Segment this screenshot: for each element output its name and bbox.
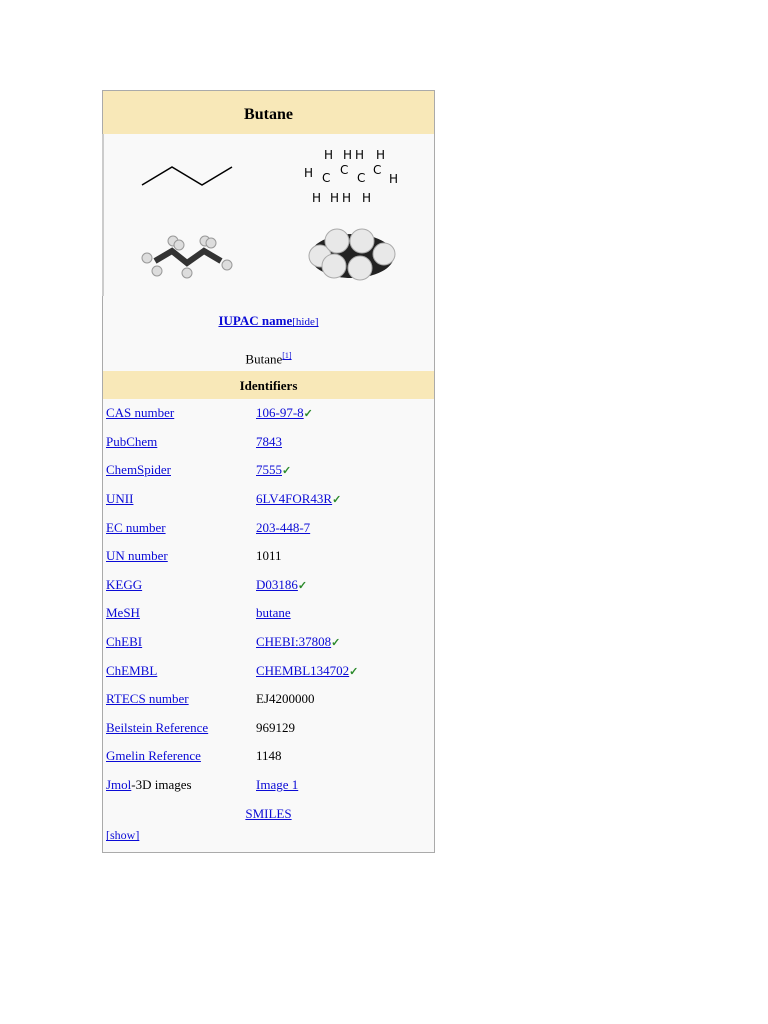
svg-text:C: C bbox=[322, 171, 330, 185]
identifier-key-link[interactable]: Gmelin Reference bbox=[106, 748, 201, 763]
chembox-infobox: Butane HHHH HCCCCH HHHH IUPAC name[hide]… bbox=[102, 90, 435, 853]
identifier-row: MeSH butane bbox=[103, 599, 434, 628]
identifier-value: 969129 bbox=[256, 719, 295, 735]
svg-text:H: H bbox=[362, 191, 371, 205]
identifier-row: Gmelin Reference 1148 bbox=[103, 742, 434, 771]
identifier-row: KEGG D03186✓ bbox=[103, 571, 434, 600]
ball-and-stick-model-image[interactable] bbox=[104, 215, 269, 296]
hide-toggle[interactable]: [hide] bbox=[292, 316, 318, 328]
identifier-key-link[interactable]: ChEBI bbox=[106, 634, 142, 649]
identifier-value: 1148 bbox=[256, 748, 282, 764]
identifier-key-link[interactable]: CAS number bbox=[106, 405, 174, 420]
svg-text:H: H bbox=[330, 191, 339, 205]
identifier-key-link[interactable]: UNII bbox=[106, 491, 133, 506]
show-toggle[interactable]: [show] bbox=[106, 828, 139, 842]
svg-text:C: C bbox=[357, 171, 365, 185]
space-filling-model-image[interactable] bbox=[269, 215, 434, 296]
identifier-row: UN number 1011 bbox=[103, 542, 434, 571]
identifier-row: ChemSpider 7555✓ bbox=[103, 456, 434, 485]
verified-check-icon: ✓ bbox=[331, 637, 341, 650]
iupac-name-value: Butane bbox=[245, 351, 283, 367]
identifier-value[interactable]: 203-448-7 bbox=[256, 520, 310, 535]
smiles-link[interactable]: SMILES bbox=[245, 806, 291, 821]
iupac-name-section: IUPAC name[hide] Butane[1] bbox=[103, 296, 434, 371]
identifier-value[interactable]: butane bbox=[256, 605, 291, 620]
identifier-key-link[interactable]: EC number bbox=[106, 520, 166, 535]
identifier-value: 1011 bbox=[256, 548, 282, 564]
verified-check-icon: ✓ bbox=[349, 665, 359, 678]
verified-check-icon: ✓ bbox=[297, 579, 308, 592]
reference-link[interactable]: [1] bbox=[282, 351, 291, 360]
identifier-row: PubChem 7843 bbox=[103, 428, 434, 457]
jmol-row: Jmol-3D images Image 1 bbox=[103, 771, 434, 800]
identifier-key-link[interactable]: RTECS number bbox=[106, 691, 189, 706]
structure-images-row-2 bbox=[102, 215, 434, 296]
svg-text:C: C bbox=[340, 163, 348, 177]
identifier-value[interactable]: 106-97-8 bbox=[256, 405, 304, 420]
identifier-key-link[interactable]: Beilstein Reference bbox=[106, 720, 208, 735]
identifiers-header: Identifiers bbox=[103, 371, 434, 399]
svg-text:H: H bbox=[304, 166, 313, 180]
identifier-row: CAS number 106-97-8✓ bbox=[103, 399, 434, 428]
svg-text:H: H bbox=[376, 148, 385, 162]
identifier-row: ChEMBL CHEMBL134702✓ bbox=[103, 656, 434, 685]
svg-text:C: C bbox=[373, 163, 381, 177]
structure-images-row-1: HHHH HCCCCH HHHH bbox=[102, 134, 434, 215]
identifier-value[interactable]: D03186 bbox=[256, 577, 298, 592]
verified-check-icon: ✓ bbox=[282, 465, 292, 478]
jmol-suffix: -3D images bbox=[131, 777, 192, 793]
identifier-key-link[interactable]: ChemSpider bbox=[106, 462, 171, 477]
identifier-key-link[interactable]: KEGG bbox=[106, 577, 142, 592]
identifier-row: RTECS number EJ4200000 bbox=[103, 685, 434, 714]
skeletal-formula-image[interactable] bbox=[104, 134, 269, 215]
identifiers-table: CAS number 106-97-8✓ PubChem 7843 ChemSpider… bbox=[103, 399, 434, 771]
identifier-value: EJ4200000 bbox=[256, 691, 315, 707]
identifier-row: UNII 6LV4FOR43R✓ bbox=[103, 485, 434, 514]
svg-text:H: H bbox=[342, 191, 351, 205]
verified-check-icon: ✓ bbox=[332, 494, 342, 507]
svg-text:H: H bbox=[312, 191, 321, 205]
identifier-value[interactable]: 6LV4FOR43R bbox=[256, 491, 332, 506]
svg-text:H: H bbox=[343, 148, 352, 162]
infobox-title: Butane bbox=[103, 91, 434, 134]
identifier-row: ChEBI CHEBI:37808✓ bbox=[103, 628, 434, 657]
verified-check-icon: ✓ bbox=[303, 408, 313, 421]
identifier-value[interactable]: 7843 bbox=[256, 434, 282, 449]
identifier-value[interactable]: 7555 bbox=[256, 462, 282, 477]
iupac-name-link[interactable]: IUPAC name bbox=[218, 313, 292, 328]
identifier-key-link[interactable]: ChEMBL bbox=[106, 663, 157, 678]
structural-formula-image[interactable]: HHHH HCCCCH HHHH bbox=[269, 134, 434, 215]
identifier-key-link[interactable]: MeSH bbox=[106, 605, 140, 620]
identifier-value[interactable]: CHEBI:37808 bbox=[256, 634, 331, 649]
identifier-key-link[interactable]: UN number bbox=[106, 548, 168, 563]
svg-text:H: H bbox=[389, 172, 398, 186]
identifier-row: Beilstein Reference 969129 bbox=[103, 714, 434, 743]
jmol-image-link[interactable]: Image 1 bbox=[256, 777, 298, 792]
identifier-key-link[interactable]: PubChem bbox=[106, 434, 157, 449]
identifier-value[interactable]: CHEMBL134702 bbox=[256, 663, 349, 678]
svg-text:H: H bbox=[355, 148, 364, 162]
jmol-link[interactable]: Jmol bbox=[106, 777, 131, 792]
identifier-row: EC number 203-448-7 bbox=[103, 513, 434, 542]
svg-text:H: H bbox=[324, 148, 333, 162]
